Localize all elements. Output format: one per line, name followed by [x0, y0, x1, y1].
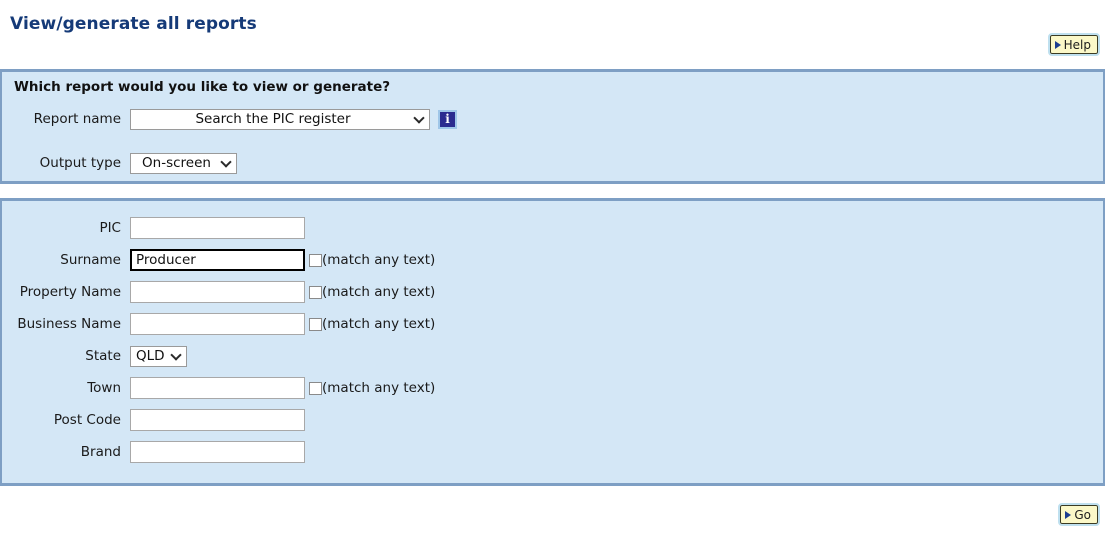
output-type-value: On-screen [131, 155, 236, 171]
business-name-row: Business Name (match any text) [12, 313, 435, 335]
business-name-match-any-text-group: (match any text) [309, 316, 435, 332]
post-code-row: Post Code [12, 409, 305, 431]
surname-match-any-text-checkbox[interactable] [309, 254, 322, 267]
town-match-any-text-label: (match any text) [322, 380, 435, 396]
post-code-label: Post Code [12, 412, 130, 428]
business-name-input[interactable] [130, 313, 305, 335]
state-select[interactable]: QLD [130, 346, 187, 367]
report-name-select[interactable]: Search the PIC register [130, 109, 430, 130]
output-type-row: Output type On-screen [12, 152, 237, 174]
report-selection-panel: Which report would you like to view or g… [0, 69, 1105, 184]
output-type-select[interactable]: On-screen [130, 153, 237, 174]
help-button-label: Help [1064, 39, 1091, 51]
output-type-label: Output type [12, 155, 130, 171]
brand-input[interactable] [130, 441, 305, 463]
town-match-any-text-group: (match any text) [309, 380, 435, 396]
surname-input[interactable] [130, 249, 305, 271]
business-name-label: Business Name [12, 316, 130, 332]
pic-label: PIC [12, 220, 130, 236]
state-label: State [12, 348, 130, 364]
town-input[interactable] [130, 377, 305, 399]
property-name-match-any-text-group: (match any text) [309, 284, 435, 300]
play-triangle-icon [1065, 511, 1071, 519]
surname-row: Surname (match any text) [12, 249, 435, 271]
surname-label: Surname [12, 252, 130, 268]
report-page: View/generate all reports Help Which rep… [0, 0, 1105, 534]
pic-input[interactable] [130, 217, 305, 239]
property-name-match-any-text-checkbox[interactable] [309, 286, 322, 299]
surname-match-any-text-group: (match any text) [309, 252, 435, 268]
page-title: View/generate all reports [10, 14, 257, 34]
property-name-label: Property Name [12, 284, 130, 300]
business-name-match-any-text-label: (match any text) [322, 316, 435, 332]
town-match-any-text-checkbox[interactable] [309, 382, 322, 395]
brand-row: Brand [12, 441, 305, 463]
play-triangle-icon [1055, 41, 1061, 49]
go-button-label: Go [1074, 509, 1091, 521]
info-icon[interactable]: i [438, 110, 457, 129]
help-button[interactable]: Help [1050, 35, 1098, 54]
report-selection-heading: Which report would you like to view or g… [14, 79, 390, 95]
brand-label: Brand [12, 444, 130, 460]
pic-row: PIC [12, 217, 305, 239]
report-name-value: Search the PIC register [131, 111, 429, 127]
surname-match-any-text-label: (match any text) [322, 252, 435, 268]
state-row: StateQLD [12, 345, 187, 367]
business-name-match-any-text-checkbox[interactable] [309, 318, 322, 331]
post-code-input[interactable] [130, 409, 305, 431]
search-criteria-panel: PIC Surname (match any text) Property Name (… [0, 198, 1105, 486]
property-name-match-any-text-label: (match any text) [322, 284, 435, 300]
town-label: Town [12, 380, 130, 396]
town-row: Town (match any text) [12, 377, 435, 399]
property-name-row: Property Name (match any text) [12, 281, 435, 303]
property-name-input[interactable] [130, 281, 305, 303]
report-name-row: Report name Search the PIC register i [12, 108, 457, 130]
report-name-label: Report name [12, 111, 130, 127]
go-button[interactable]: Go [1060, 505, 1098, 524]
